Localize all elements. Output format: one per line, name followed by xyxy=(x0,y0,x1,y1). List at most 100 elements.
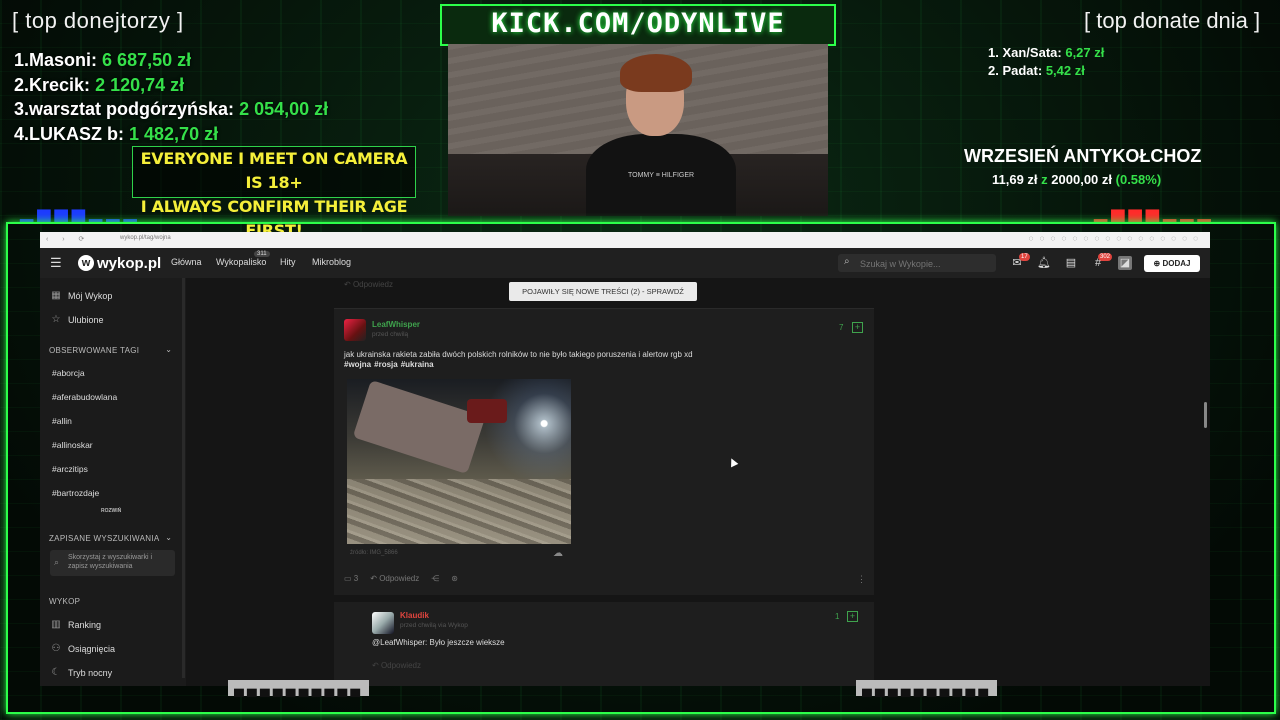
decorative-bar-left: ▄▄▄▄▄▄▄▄▄▄ xyxy=(228,680,370,696)
post-author[interactable]: LeafWhisper xyxy=(372,320,420,329)
download-cloud-icon[interactable]: ☁ xyxy=(553,548,563,559)
reply-icon: ↶ xyxy=(370,574,377,583)
mail-badge: 17 xyxy=(1019,253,1030,261)
browser-window: ‹ › ⟳ wykop.pl/tag/wojna ◌ ◌ ◌ ◌ ◌ ◌ ◌ ◌… xyxy=(40,232,1210,686)
sidebar-tag[interactable]: #allinoskar xyxy=(52,440,93,450)
plus-icon: ⊕ xyxy=(1153,259,1161,268)
saved-searches-header: ZAPISANE WYSZUKIWANIA xyxy=(49,534,160,543)
sidebar-tag[interactable]: #aferabudowlana xyxy=(52,392,117,402)
feed: ↶ Odpowiedz POJAWIŁY SIĘ NOWE TREŚCI (2)… xyxy=(334,278,874,686)
wykop-logo[interactable]: w wykop.pl xyxy=(78,254,161,272)
saved-searches-hint-box: ⌕ Skorzystaj z wyszukiwarki i zapisz wys… xyxy=(50,550,175,576)
webcam-feed: TOMMY ≡ HILFIGER xyxy=(448,44,828,216)
search-icon: ⌕ xyxy=(844,256,850,267)
mikroblog-post: LeafWhisper przed chwilą 7 + jak ukrains… xyxy=(334,308,874,595)
browser-chrome-bar: ‹ › ⟳ wykop.pl/tag/wojna ◌ ◌ ◌ ◌ ◌ ◌ ◌ ◌… xyxy=(40,232,1210,248)
image-debris xyxy=(347,479,571,544)
sidebar-item-tryb-nocny[interactable]: ☾ Tryb nocny xyxy=(50,667,113,678)
expand-tags-button[interactable]: ROZWIŃ xyxy=(101,508,121,514)
goal-title: WRZESIEŃ ANTYKOŁCHOZ xyxy=(964,146,1202,166)
reply-icon: ↶ xyxy=(372,661,379,670)
sidebar-tag[interactable]: #aborcja xyxy=(52,368,85,378)
plus-vote-button[interactable]: + xyxy=(852,322,863,333)
webcam-person-hair xyxy=(620,54,692,92)
sidebar-item-ranking[interactable]: ▥ Ranking xyxy=(50,619,101,630)
search-box: ⌕ xyxy=(838,254,996,272)
vote-count: 1 xyxy=(835,612,840,621)
tag-link[interactable]: #wojna xyxy=(344,360,371,369)
reply-icon: ↶ xyxy=(344,280,351,289)
wykop-navbar: ☰ w wykop.pl Główna Wykopalisko 311 Hity… xyxy=(40,248,1210,278)
browser-nav-buttons[interactable]: ‹ › ⟳ xyxy=(46,235,90,243)
tag-link[interactable]: #ukraina xyxy=(401,360,434,369)
comment-reply-button[interactable]: ↶ Odpowiedz xyxy=(372,661,421,670)
sidebar-tag[interactable]: #allin xyxy=(52,416,72,426)
hashtag-badge: 302 xyxy=(1098,253,1113,261)
ghost-reply-row: ↶ Odpowiedz xyxy=(344,280,393,289)
plus-vote-button[interactable]: + xyxy=(847,611,858,622)
page-scrollbar[interactable] xyxy=(1204,402,1207,428)
user-avatar-icon[interactable]: ◪ xyxy=(1118,256,1132,270)
comment-text: @LeafWhisper: Było jeszcze wieksze xyxy=(372,638,505,647)
donate-today-row: 1. Xan/Sata: 6,27 zł xyxy=(988,45,1105,60)
post-comment: Klaudik przed chwilą via Wykop 1 + @Leaf… xyxy=(334,602,874,686)
reply-button[interactable]: ↶ Odpowiedz xyxy=(370,574,419,583)
tag-link[interactable]: #rosja xyxy=(374,360,398,369)
sidebar-scrollbar[interactable] xyxy=(182,278,185,678)
ranking-icon: ▥ xyxy=(51,619,61,630)
comment-time: przed chwilą via Wykop xyxy=(400,622,468,629)
decorative-glyphs-left: ▁▄▄▄▁▁▁ xyxy=(20,198,141,223)
search-input[interactable] xyxy=(858,256,992,272)
nav-link-hity[interactable]: Hity xyxy=(280,257,296,267)
share-icon[interactable]: ⋲ xyxy=(431,574,439,583)
comment-icon: ▭ xyxy=(344,574,352,583)
webcam-shirt-text: TOMMY ≡ HILFIGER xyxy=(628,172,695,179)
more-options-icon[interactable]: ⋮ xyxy=(857,574,866,585)
achievement-icon: ⚇ xyxy=(51,643,61,654)
post-text: jak ukrainska rakieta zabiła dwóch polsk… xyxy=(344,350,693,359)
decorative-glyphs-right: ▁▄▄▄▁▁▁ xyxy=(1094,198,1215,223)
nav-link-glowna[interactable]: Główna xyxy=(171,257,202,267)
add-button[interactable]: ⊕ DODAJ xyxy=(1144,255,1200,272)
top-donors-list: 1.Masoni: 6 687,50 zł 2.Krecik: 2 120,74… xyxy=(14,48,328,146)
decorative-bar-right: ▄▄▄▄▄▄▄▄▄▄ xyxy=(856,680,998,696)
donor-row: 2.Krecik: 2 120,74 zł xyxy=(14,74,185,95)
sidebar-item-moj-wykop[interactable]: ▦ Mój Wykop xyxy=(50,290,112,301)
chat-icon[interactable]: ▤ xyxy=(1064,256,1078,270)
post-time: przed chwilą xyxy=(372,331,409,338)
donor-row: 3.warsztat podgórzyńska: 2 054,00 zł xyxy=(14,99,329,119)
top-donate-today-list: 1. Xan/Sata: 6,27 zł 2. Padat: 5,42 zł xyxy=(988,44,1104,80)
wykop-logo-icon: w xyxy=(78,255,94,271)
image-source: źródło: IMG_5866 xyxy=(350,550,398,556)
post-actions: ▭ 3 ↶ Odpowiedz ⋲ ⊛ xyxy=(344,574,458,583)
goal-progress: 11,69 zł z 2000,00 zł (0.58%) xyxy=(992,172,1162,187)
sidebar-item-osiagniecia[interactable]: ⚇ Osiągnięcia xyxy=(50,643,116,654)
donate-today-row: 2. Padat: 5,42 zł xyxy=(988,63,1085,78)
chevron-down-icon[interactable]: ⌄ xyxy=(165,345,172,354)
extension-icons[interactable]: ◌ ◌ ◌ ◌ ◌ ◌ ◌ ◌ ◌ ◌ ◌ ◌ ◌ ◌ ◌ ◌ xyxy=(1029,234,1200,243)
bell-icon[interactable]: 🔔︎ xyxy=(1037,256,1051,270)
avatar[interactable] xyxy=(372,612,394,634)
wykop-section-header: WYKOP xyxy=(49,597,81,606)
image-wreck xyxy=(352,379,486,475)
top-donate-today-title: [ top donate dnia ] xyxy=(1084,8,1261,33)
address-bar[interactable]: wykop.pl/tag/wojna xyxy=(120,235,171,241)
sidebar-item-ulubione[interactable]: ☆ Ulubione xyxy=(50,314,104,325)
avatar[interactable] xyxy=(344,319,366,341)
sidebar: ▦ Mój Wykop ☆ Ulubione OBSERWOWANE TAGI ⌄ … xyxy=(40,278,186,686)
nav-link-mikroblog[interactable]: Mikroblog xyxy=(312,257,351,267)
star-icon: ☆ xyxy=(51,314,61,325)
post-image[interactable] xyxy=(347,379,571,544)
chevron-down-icon[interactable]: ⌄ xyxy=(165,533,172,542)
moon-icon: ☾ xyxy=(51,667,61,678)
bookmark-icon[interactable]: ⊛ xyxy=(451,574,458,583)
sidebar-tag[interactable]: #arczitips xyxy=(52,464,88,474)
comment-author[interactable]: Klaudik xyxy=(400,611,429,620)
new-content-button[interactable]: POJAWIŁY SIĘ NOWE TREŚCI (2) - SPRAWDŹ xyxy=(509,282,697,301)
nav-link-wykopalisko[interactable]: Wykopalisko xyxy=(216,257,266,267)
comments-button[interactable]: ▭ 3 xyxy=(344,574,358,583)
menu-icon[interactable]: ☰ xyxy=(50,256,64,270)
sidebar-tag[interactable]: #bartrozdaje xyxy=(52,488,99,498)
image-tractor xyxy=(467,399,507,423)
wykopalisko-count-badge: 311 xyxy=(254,251,270,257)
